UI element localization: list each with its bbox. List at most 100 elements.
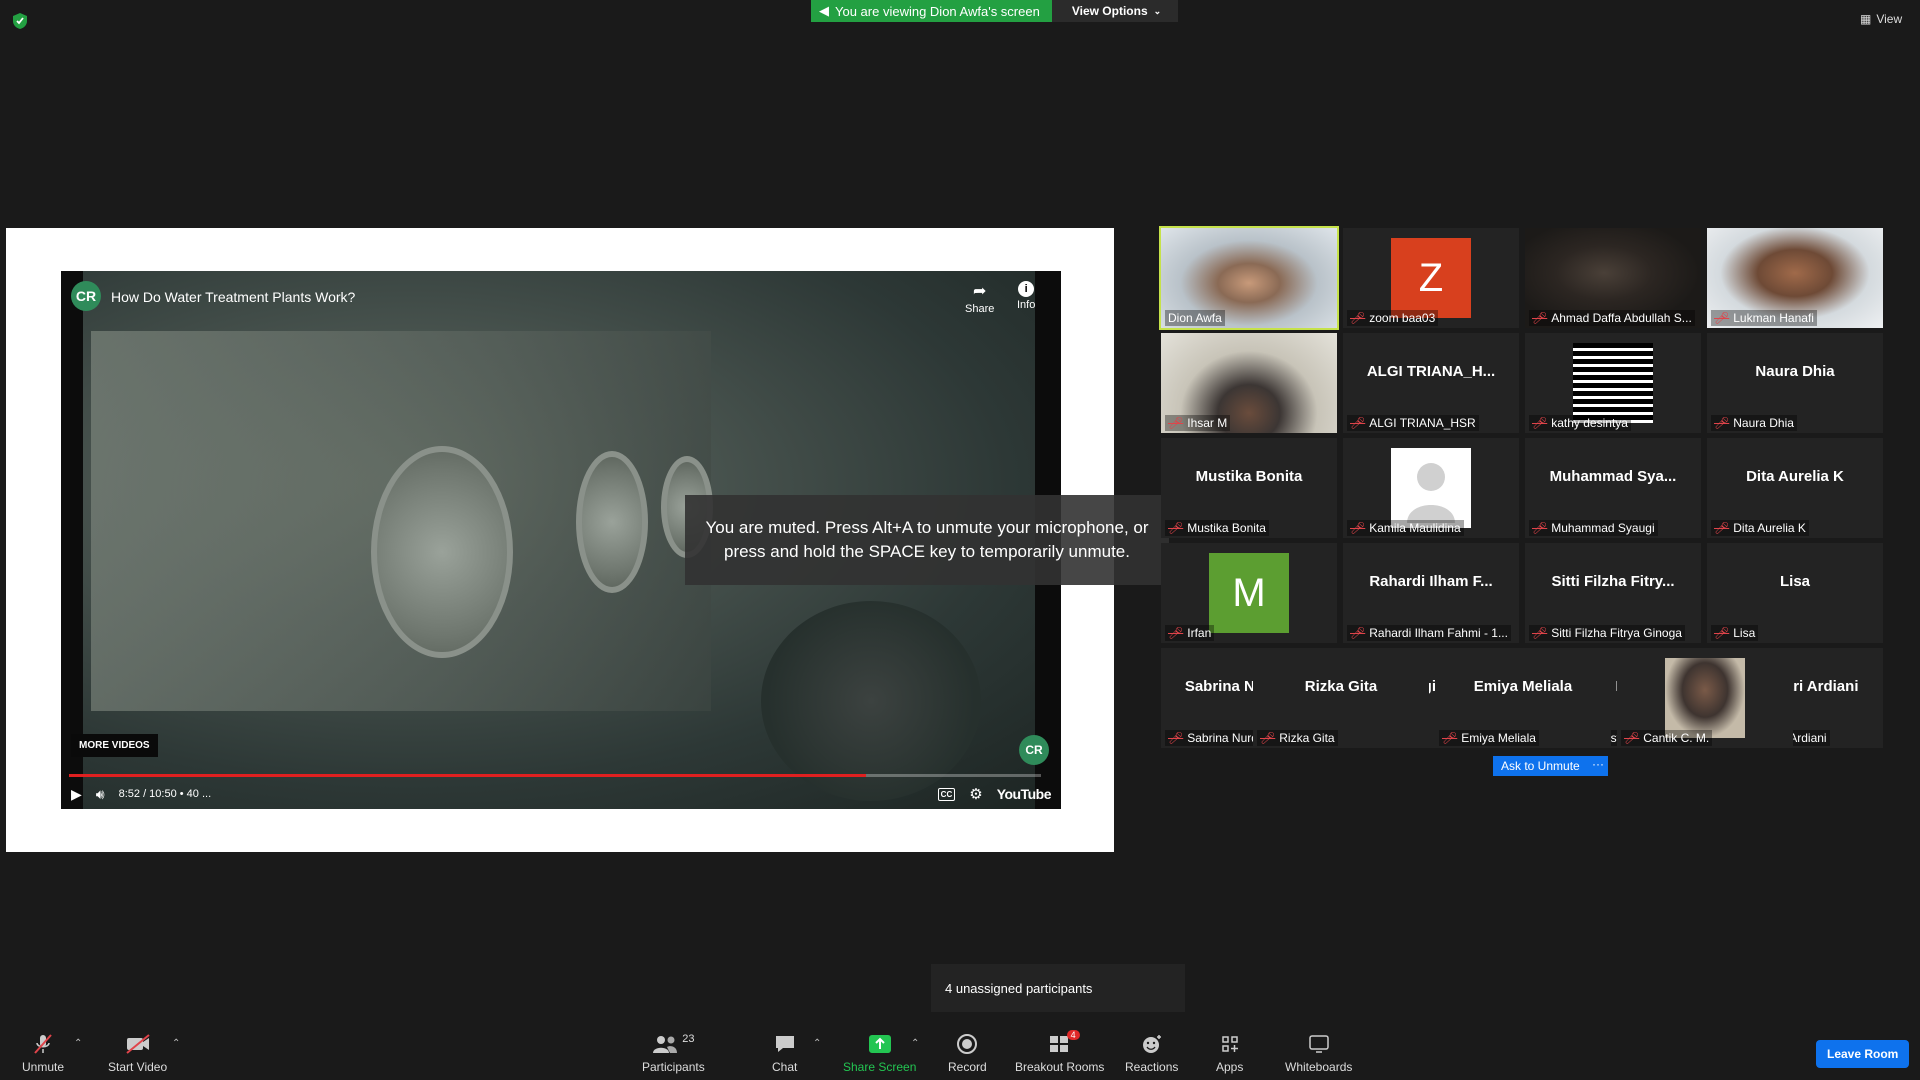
microphone-muted-icon: 🎤︎ — [1714, 416, 1730, 430]
participant-name: Dion Awfa — [1168, 311, 1222, 325]
video-title[interactable]: How Do Water Treatment Plants Work? — [111, 289, 355, 305]
view-button[interactable]: ▦ View — [1860, 12, 1902, 26]
microphone-muted-icon: 🎤︎ — [1714, 521, 1730, 535]
participant-name-label: 🎤︎ Irfan — [1165, 625, 1215, 641]
record-button[interactable]: Record — [948, 1032, 987, 1074]
whiteboards-label: Whiteboards — [1285, 1060, 1353, 1074]
participant-tile[interactable]: 🎤︎ Kamila Maulidina — [1343, 438, 1519, 538]
participant-initial-avatar: M — [1209, 553, 1289, 633]
participant-display-name: Mustika Bonita — [1195, 468, 1303, 485]
security-shield-icon[interactable] — [12, 12, 28, 30]
chevron-down-icon: ⌄ — [1153, 5, 1162, 16]
participant-name-label: 🎤︎ Mustika Bonita — [1165, 520, 1269, 536]
microphone-muted-icon: 🎤︎ — [1714, 626, 1730, 640]
participant-display-name: Naura Dhia — [1755, 363, 1835, 380]
share-arrow-icon: ➦ — [972, 283, 987, 300]
unassigned-participants-tooltip[interactable]: 4 unassigned participants — [931, 964, 1185, 1012]
participant-display-name: ALGI TRIANA_H... — [1366, 363, 1496, 380]
participant-name-label: 🎤︎ kathy desintya — [1529, 415, 1631, 431]
ask-to-unmute-button[interactable]: Ask to Unmute — [1493, 756, 1588, 776]
participant-tile[interactable]: 🎤︎ kathy desintya — [1525, 333, 1701, 433]
participant-tile[interactable]: Dion Awfa — [1159, 226, 1339, 330]
info-action[interactable]: i Info — [1017, 281, 1035, 311]
youtube-brand-link[interactable]: YouTube — [997, 786, 1052, 802]
captions-icon[interactable]: CC — [937, 787, 956, 801]
chat-bubble-icon — [775, 1036, 794, 1052]
video-progress-bar[interactable] — [69, 774, 1041, 777]
participant-name: Sitti Filzha Fitrya Ginoga — [1551, 626, 1682, 640]
start-video-label: Start Video — [108, 1060, 168, 1074]
participant-name: kathy desintya — [1551, 416, 1628, 430]
video-controls-right: CC ⚙ YouTube — [937, 785, 1052, 803]
share-action[interactable]: ➦ Share — [965, 281, 994, 315]
participant-tile[interactable]: Mustika Bonita 🎤︎ Mustika Bonita — [1161, 438, 1337, 538]
more-videos-button[interactable]: MORE VIDEOS — [71, 734, 158, 757]
participant-tile[interactable]: Sitti Filzha Fitry... 🎤︎ Sitti Filzha Fitr… — [1525, 543, 1701, 643]
breakout-rooms-button[interactable]: 4 Breakout Rooms — [1015, 1030, 1104, 1074]
start-video-button[interactable]: Start Video — [108, 1032, 167, 1074]
participant-tile[interactable]: M 🎤︎ Irfan — [1161, 543, 1337, 643]
participant-tile[interactable]: 🎤︎ Cantik C. M. — [1617, 648, 1793, 748]
chat-options-chevron-icon[interactable]: ⌃ — [813, 1038, 821, 1049]
participant-name: Dita Aurelia K — [1733, 521, 1806, 535]
participants-button[interactable]: 23 Participants — [642, 1032, 705, 1074]
participant-name: Emiya Meliala — [1461, 731, 1536, 745]
participants-label: Participants — [642, 1060, 705, 1074]
participant-video — [1665, 658, 1745, 738]
participant-tile[interactable]: 🎤︎ Ihsar M — [1161, 333, 1337, 433]
share-options-chevron-icon[interactable]: ⌃ — [911, 1038, 919, 1049]
record-icon — [957, 1034, 978, 1054]
microphone-muted-icon: 🎤︎ — [1532, 521, 1548, 535]
participant-display-name: Emiya Meliala — [1473, 678, 1573, 695]
participant-tile[interactable]: Muhammad Sya... 🎤︎ Muhammad Syaugi — [1525, 438, 1701, 538]
participant-tile[interactable]: 🎤︎ Lukman Hanafi — [1707, 228, 1883, 328]
record-label: Record — [948, 1060, 987, 1074]
info-icon: i — [1018, 281, 1035, 297]
participant-tile[interactable]: Rahardi Ilham F... 🎤︎ Rahardi Ilham Fahmi … — [1343, 543, 1519, 643]
participant-tile[interactable]: ALGI TRIANA_H... 🎤︎ ALGI TRIANA_HSR — [1343, 333, 1519, 433]
participant-tile[interactable]: Naura Dhia 🎤︎ Naura Dhia — [1707, 333, 1883, 433]
participant-tile[interactable]: Emiya Meliala 🎤︎ Emiya Meliala — [1435, 648, 1611, 748]
volume-icon[interactable]: 🔊︎ — [96, 786, 105, 803]
tile-more-options-button[interactable]: ··· — [1586, 756, 1608, 776]
participant-tile[interactable]: 🎤︎ Ahmad Daffa Abdullah S... — [1525, 228, 1701, 328]
participant-name: Lisa — [1733, 626, 1756, 640]
participant-name: Lukman Hanafi — [1733, 311, 1814, 325]
view-options-button[interactable]: View Options ⌄ — [1051, 0, 1178, 22]
audio-options-chevron-icon[interactable]: ⌃ — [74, 1038, 82, 1049]
participant-tile[interactable]: Dita Aurelia K 🎤︎ Dita Aurelia K — [1707, 438, 1883, 538]
play-icon[interactable]: ▶ — [71, 786, 82, 803]
participant-name: Ahmad Daffa Abdullah S... — [1551, 311, 1692, 325]
info-label: Info — [1017, 299, 1036, 311]
settings-gear-icon[interactable]: ⚙ — [969, 785, 982, 803]
video-progress-fill — [69, 774, 867, 777]
microphone-muted-icon: 🎤︎ — [1350, 311, 1366, 325]
reactions-button[interactable]: Reactions — [1125, 1032, 1178, 1074]
microphone-muted-icon: 🎤︎ — [1168, 626, 1184, 640]
unmute-button[interactable]: Unmute — [22, 1032, 64, 1074]
share-label: Share — [965, 303, 995, 315]
channel-logo[interactable]: CR — [71, 281, 101, 311]
apps-button[interactable]: Apps — [1216, 1032, 1243, 1074]
unmute-label: Unmute — [22, 1060, 65, 1074]
share-screen-button[interactable]: Share Screen — [843, 1032, 916, 1074]
participant-tile[interactable]: Lisa 🎤︎ Lisa — [1707, 543, 1883, 643]
leave-room-button[interactable]: Leave Room — [1816, 1040, 1910, 1068]
participant-name-label: 🎤︎ Muhammad Syaugi — [1529, 520, 1658, 536]
chat-button[interactable]: Chat — [772, 1032, 797, 1074]
whiteboards-button[interactable]: Whiteboards — [1285, 1032, 1352, 1074]
participant-name: Ihsar M — [1187, 416, 1228, 430]
participant-name-label: 🎤︎ ALGI TRIANA_HSR — [1347, 415, 1479, 431]
participant-name-label: 🎤︎ Ahmad Daffa Abdullah S... — [1529, 310, 1695, 326]
whiteboard-icon — [1308, 1035, 1329, 1053]
video-off-icon — [125, 1034, 150, 1054]
share-screen-label: Share Screen — [843, 1060, 917, 1074]
speaker-icon: ◀ — [819, 3, 829, 18]
participant-tile[interactable]: Z 🎤︎ zoom baa03 — [1343, 228, 1519, 328]
pressure-gauge — [576, 451, 648, 593]
video-options-chevron-icon[interactable]: ⌃ — [172, 1038, 180, 1049]
video-letterbox-left — [61, 271, 83, 809]
participant-tile[interactable]: Rizka Gita 🎤︎ Rizka Gita — [1253, 648, 1429, 748]
channel-watermark[interactable]: CR — [1019, 735, 1049, 765]
microphone-muted-icon: 🎤︎ — [1350, 416, 1366, 430]
